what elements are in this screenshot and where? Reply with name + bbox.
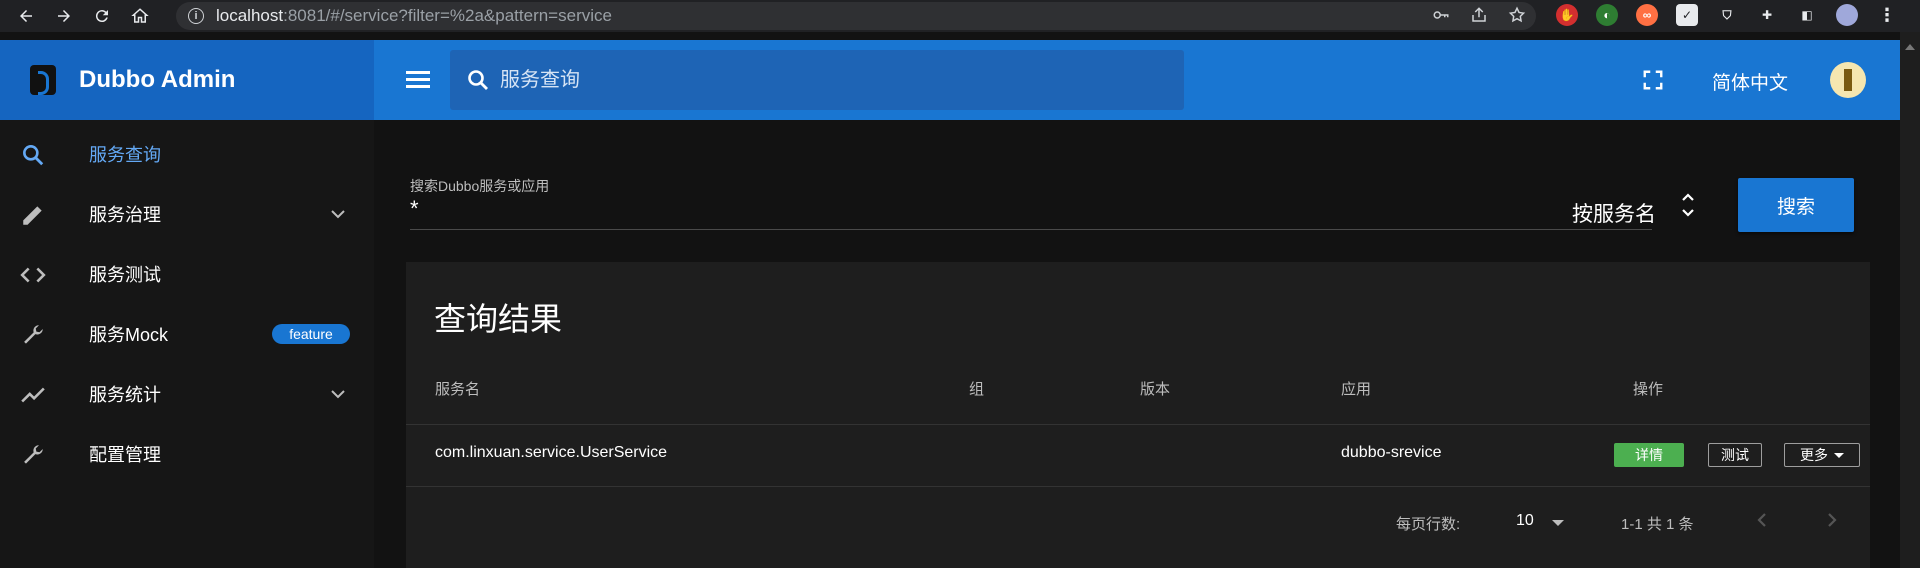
cell-application: dubbo-srevice xyxy=(1341,444,1442,461)
hamburger-menu-button[interactable] xyxy=(406,68,432,92)
search-icon xyxy=(23,145,44,166)
browser-toolbar: i localhost :8081/#/service?filter=%2a&p… xyxy=(0,0,1920,32)
table-divider xyxy=(406,424,1870,425)
extensions-bar: ✋ ◐ ∞ ✓ ⛉ ✚ ◧ ⋮ xyxy=(1556,4,1898,26)
home-button[interactable] xyxy=(128,4,152,28)
fullscreen-icon[interactable] xyxy=(1642,69,1664,91)
menu-icon-bar xyxy=(406,71,430,74)
app-header: Dubbo Admin 简体中文 xyxy=(0,40,1900,120)
key-icon[interactable] xyxy=(1432,6,1450,24)
test-button[interactable]: 测试 xyxy=(1708,443,1762,467)
brand: Dubbo Admin xyxy=(0,40,374,120)
sidebar-item-service-query[interactable]: 服务查询 xyxy=(0,124,374,184)
results-card: 查询结果 服务名 组 版本 应用 操作 com.linxuan.service.… xyxy=(406,262,1870,568)
back-button[interactable] xyxy=(14,4,38,28)
column-header-service[interactable]: 服务名 xyxy=(435,378,480,399)
trending-icon xyxy=(21,387,45,403)
language-selector[interactable]: 简体中文 xyxy=(1712,68,1788,95)
scroll-up-icon[interactable] xyxy=(1905,44,1915,50)
search-field-underline xyxy=(410,229,1652,230)
url-path: :8081/#/service?filter=%2a&pattern=servi… xyxy=(283,6,612,25)
sidebar-item-label: 服务查询 xyxy=(89,145,161,165)
globe-extension-icon[interactable]: ◐ xyxy=(1596,4,1618,26)
detail-button[interactable]: 详情 xyxy=(1614,443,1684,467)
brand-title: Dubbo Admin xyxy=(79,66,236,93)
sidebar: 服务查询 服务治理 服务测试 服务Mock feature 服务统计 配置管理 xyxy=(0,120,374,568)
chevron-right-icon[interactable] xyxy=(1822,510,1842,530)
menu-icon-bar xyxy=(406,85,430,88)
sidebar-item-label: 服务治理 xyxy=(89,205,161,225)
more-button-label: 更多 xyxy=(1800,447,1828,463)
code-icon xyxy=(20,267,46,283)
unfold-icon[interactable] xyxy=(1680,190,1696,220)
rows-per-page-select[interactable]: 10 xyxy=(1516,512,1534,530)
table-divider xyxy=(406,486,1870,487)
search-field-label: 搜索Dubbo服务或应用 xyxy=(410,178,550,194)
feature-badge: feature xyxy=(272,324,350,344)
chevron-down-icon xyxy=(331,390,345,399)
column-header-version[interactable]: 版本 xyxy=(1140,378,1170,399)
check-extension-icon[interactable]: ✓ xyxy=(1676,4,1698,26)
infinity-extension-icon[interactable]: ∞ xyxy=(1636,4,1658,26)
search-by-select[interactable]: 按服务名 xyxy=(1572,198,1656,228)
wrench-icon xyxy=(24,325,43,344)
sidebar-item-service-test[interactable]: 服务测试 xyxy=(0,244,374,304)
sidebar-item-service-governance[interactable]: 服务治理 xyxy=(0,184,374,244)
header-search-box[interactable] xyxy=(450,50,1184,110)
caret-down-icon[interactable] xyxy=(1552,520,1564,526)
sidebar-item-label: 服务统计 xyxy=(89,385,161,405)
address-bar[interactable]: i localhost :8081/#/service?filter=%2a&p… xyxy=(176,2,1536,30)
results-title: 查询结果 xyxy=(434,301,563,337)
puzzle-icon[interactable]: ✚ xyxy=(1756,4,1778,26)
sidebar-item-service-stats[interactable]: 服务统计 xyxy=(0,364,374,424)
column-header-application[interactable]: 应用 xyxy=(1341,378,1371,399)
home-icon xyxy=(131,8,149,23)
reload-button[interactable] xyxy=(90,4,114,28)
sidebar-item-service-mock[interactable]: 服务Mock feature xyxy=(0,304,374,364)
forward-button[interactable] xyxy=(52,4,76,28)
search-button[interactable]: 搜索 xyxy=(1738,178,1854,232)
cell-service-name: com.linxuan.service.UserService xyxy=(435,444,668,461)
profile-avatar-icon[interactable] xyxy=(1836,4,1858,26)
chevron-down-icon xyxy=(331,210,345,219)
reload-icon xyxy=(95,10,108,23)
arrow-left-icon xyxy=(20,10,32,22)
url-host: localhost xyxy=(216,6,284,25)
pagination-range: 1-1 共 1 条 xyxy=(1621,516,1694,533)
sidebar-item-label: 服务Mock xyxy=(89,325,169,345)
search-icon xyxy=(468,70,488,90)
pencil-icon xyxy=(23,206,42,225)
browser-menu-icon[interactable]: ⋮ xyxy=(1876,4,1898,26)
caret-down-icon xyxy=(1834,452,1844,458)
arrow-right-icon xyxy=(58,10,70,22)
sidebar-item-config-management[interactable]: 配置管理 xyxy=(0,424,374,484)
star-icon[interactable] xyxy=(1508,6,1526,24)
column-header-actions: 操作 xyxy=(1633,381,1664,398)
shield-extension-icon[interactable]: ⛉ xyxy=(1716,4,1738,26)
page-scrollbar[interactable] xyxy=(1900,32,1920,568)
chevron-left-icon[interactable] xyxy=(1752,510,1772,530)
menu-icon-bar xyxy=(406,78,430,81)
user-avatar[interactable] xyxy=(1830,62,1866,98)
more-button[interactable]: 更多 xyxy=(1784,443,1860,467)
share-icon[interactable] xyxy=(1470,6,1488,24)
search-field-input[interactable]: * xyxy=(410,196,419,222)
column-header-group[interactable]: 组 xyxy=(969,378,984,399)
adblock-extension-icon[interactable]: ✋ xyxy=(1556,4,1578,26)
info-icon[interactable]: i xyxy=(188,8,204,24)
sidebar-item-label: 服务测试 xyxy=(89,265,161,285)
wrench-icon xyxy=(24,445,43,464)
dubbo-logo-icon xyxy=(30,65,56,95)
avatar-glyph xyxy=(1841,69,1855,91)
rows-per-page-label: 每页行数: xyxy=(1396,516,1461,533)
sidebar-item-label: 配置管理 xyxy=(89,445,161,465)
header-search-input[interactable] xyxy=(500,68,1100,92)
sidepanel-icon[interactable]: ◧ xyxy=(1796,4,1818,26)
